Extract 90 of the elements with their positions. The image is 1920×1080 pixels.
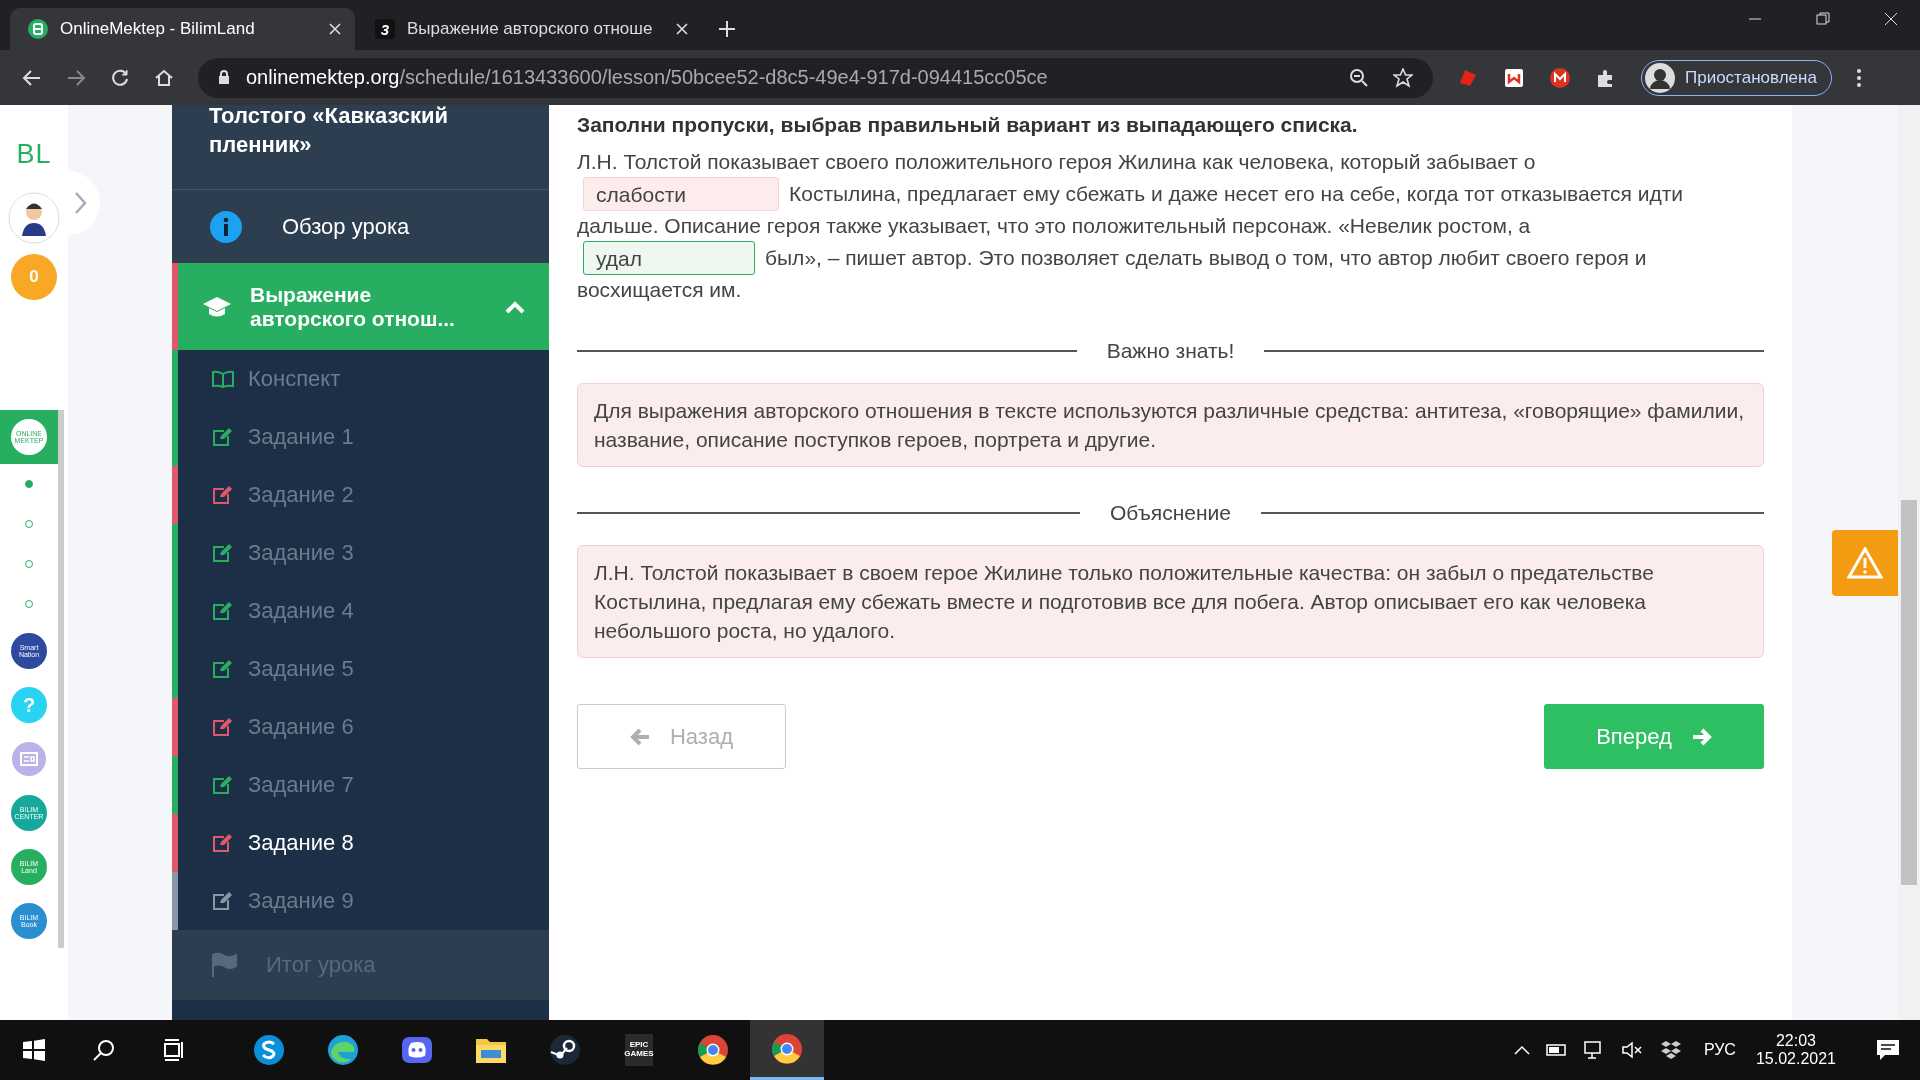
- task-text: Л.Н. Толстой показывает своего положительного героя Жилина как человека, который забывает о: [577, 149, 1536, 175]
- edge-icon[interactable]: [327, 1034, 359, 1066]
- graduation-cap-icon: [202, 295, 232, 318]
- lesson-title: Толстого «Кавказский пленник»: [172, 105, 549, 190]
- section-heading: Объяснение: [1110, 501, 1231, 525]
- lesson-nav-item[interactable]: Задание 5: [172, 640, 549, 698]
- lesson-nav-item[interactable]: Задание 4: [172, 582, 549, 640]
- chrome-icon[interactable]: [697, 1034, 729, 1066]
- clock[interactable]: 22:03 15.02.2021: [1755, 1032, 1836, 1068]
- open-book-icon: [212, 370, 234, 388]
- lesson-nav-item[interactable]: Конспект: [172, 350, 549, 408]
- site-logo-icon: [28, 19, 48, 39]
- edit-icon: [212, 485, 234, 505]
- chevron-up-icon: [505, 299, 525, 314]
- address-field[interactable]: onlinemektep.org/schedule/1613433600/lesson/50bcee52-d8c5-49e4-917d-094415cc05ce: [198, 57, 1433, 98]
- lesson-nav-item[interactable]: Задание 6: [172, 698, 549, 756]
- zoom-icon[interactable]: [1349, 67, 1369, 88]
- forward-arrow-icon[interactable]: [66, 67, 86, 88]
- edit-icon: [212, 833, 234, 853]
- answer-dropdown[interactable]: удал: [583, 241, 755, 275]
- search-icon[interactable]: [92, 1038, 116, 1062]
- notifications-icon[interactable]: [1876, 1039, 1900, 1061]
- task-text: дальше. Описание героя также указывает, что это положительный персонаж. «Невелик ростом, а: [577, 213, 1531, 239]
- section-heading: Важно знать!: [1106, 339, 1235, 363]
- close-icon[interactable]: [1884, 12, 1898, 26]
- points-badge: 0: [11, 254, 57, 300]
- arrow-left-icon: [629, 727, 650, 746]
- edit-icon: [212, 601, 234, 621]
- reload-icon[interactable]: [110, 67, 130, 88]
- site-logo[interactable]: BL: [16, 139, 52, 170]
- edit-icon: [212, 775, 234, 795]
- lesson-nav-item[interactable]: Задание 9: [172, 872, 549, 930]
- scrollbar[interactable]: [1898, 105, 1920, 1020]
- answer-dropdown[interactable]: слабости: [583, 177, 779, 211]
- extension-icon[interactable]: [1503, 66, 1525, 89]
- site-logo-icon: 3: [375, 19, 395, 39]
- browser-tab[interactable]: 3 Выражение авторского отноше: [357, 8, 702, 50]
- lesson-nav-item[interactable]: Задание 7: [172, 756, 549, 814]
- lesson-nav-item[interactable]: Задание 3: [172, 524, 549, 582]
- edit-icon: [212, 717, 234, 737]
- language-indicator[interactable]: РУС: [1703, 1041, 1736, 1059]
- info-note: Для выражения авторского отношения в тексте используются различные средства: антитеза, «говорящие» фамилии, название, описание поступков героев, портрета и другие.: [577, 383, 1764, 467]
- battery-icon[interactable]: [1545, 1043, 1568, 1057]
- more-icon[interactable]: [1855, 67, 1862, 88]
- info-icon: [210, 210, 242, 243]
- task-text: Костылина, предлагает ему сбежать и даже несет его на себе, когда тот отказывается идти: [789, 181, 1684, 207]
- close-icon[interactable]: [676, 23, 688, 35]
- task-view-icon[interactable]: [162, 1038, 186, 1062]
- app-logo[interactable]: EPIC GAMES: [625, 1034, 653, 1066]
- lesson-section-header[interactable]: Выражение авторского отнош...: [172, 263, 549, 350]
- slide-dot[interactable]: [25, 480, 33, 488]
- tab-title: Выражение авторского отноше: [407, 19, 654, 39]
- person-silhouette-icon: [1645, 62, 1675, 93]
- skype-icon[interactable]: [253, 1034, 285, 1066]
- restore-icon[interactable]: [1816, 12, 1830, 26]
- edit-icon: [212, 427, 234, 447]
- lesson-nav-item[interactable]: Задание 1: [172, 408, 549, 466]
- edit-icon: [212, 543, 234, 563]
- dropbox-icon[interactable]: [1659, 1040, 1682, 1060]
- lesson-nav-item[interactable]: Задание 2: [172, 466, 549, 524]
- game-controller-icon[interactable]: [401, 1034, 433, 1066]
- speaker-muted-icon[interactable]: [1621, 1041, 1644, 1059]
- steam-icon[interactable]: [549, 1034, 581, 1066]
- lesson-overview-item[interactable]: Обзор урока: [172, 190, 549, 263]
- back-arrow-icon[interactable]: [22, 67, 42, 88]
- folder-icon[interactable]: [475, 1036, 507, 1064]
- avatar-silhouette-icon[interactable]: [8, 192, 60, 244]
- chrome-icon[interactable]: [771, 1032, 803, 1065]
- arrow-right-icon: [1691, 727, 1712, 746]
- chevron-up-icon[interactable]: [1513, 1045, 1530, 1055]
- edit-icon: [212, 891, 234, 911]
- close-icon[interactable]: [329, 23, 341, 35]
- lock-icon: [218, 70, 230, 85]
- task-text: восхищается им.: [577, 277, 742, 303]
- star-icon[interactable]: [1393, 67, 1413, 88]
- lesson-nav-item[interactable]: Задание 8: [172, 814, 549, 872]
- task-text: был», – пишет автор. Это позволяет сделать вывод о том, что автор любит своего героя и: [765, 245, 1647, 271]
- flag-icon: [210, 952, 238, 978]
- browser-tab[interactable]: OnlineMektep - BilimLand: [10, 8, 355, 50]
- home-icon[interactable]: [154, 67, 174, 88]
- next-button[interactable]: Вперед: [1544, 704, 1764, 769]
- tab-title: OnlineMektep - BilimLand: [60, 19, 256, 39]
- extension-icon[interactable]: [1549, 66, 1571, 89]
- edit-icon: [212, 659, 234, 679]
- explanation-note: Л.Н. Толстой показывает в своем герое Жилине только положительные качества: он забыл о предательстве Костылина, предлагая ему сбежать вместе и подготовив все для побега. Автор описывает его как человека небольшого роста, но удалого.: [577, 545, 1764, 658]
- new-tab-icon[interactable]: [718, 20, 736, 38]
- help-button[interactable]: ?: [11, 687, 47, 723]
- task-instruction: Заполни пропуски, выбрав правильный вариант из выпадающего списка.: [577, 113, 1359, 137]
- windows-start-icon[interactable]: [22, 1038, 46, 1062]
- warning-icon: [1847, 547, 1883, 579]
